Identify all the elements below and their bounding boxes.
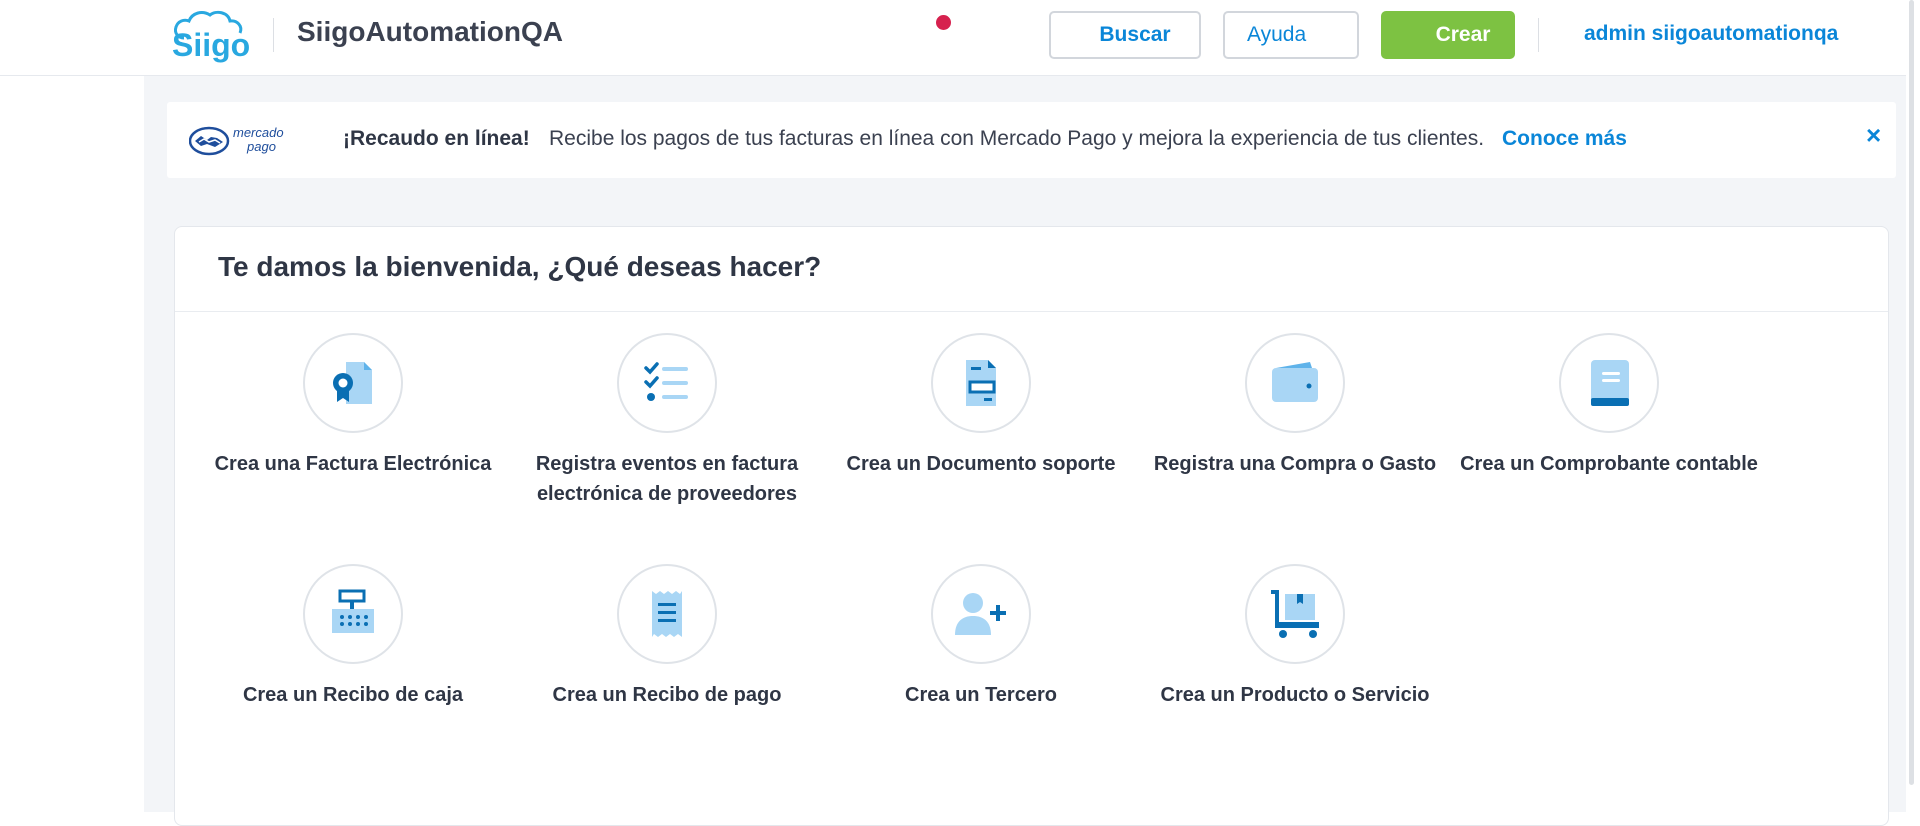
action-label: Registra eventos en factura electrónica …	[535, 453, 799, 505]
learn-more-link[interactable]: Conoce más	[1502, 127, 1627, 151]
action-create-support-document[interactable]: Crea un Documento soporte	[831, 333, 1131, 479]
cash-register-icon	[303, 564, 403, 664]
divider	[175, 311, 1888, 312]
action-label: Crea una Factura Electrónica	[214, 453, 492, 475]
scrollbar[interactable]	[1906, 0, 1920, 812]
create-label: Crear	[1435, 23, 1491, 46]
welcome-title: Te damos la bienvenida, ¿Qué deseas hace…	[218, 251, 822, 282]
action-create-cash-receipt[interactable]: Crea un Recibo de caja	[203, 564, 503, 710]
action-create-invoice[interactable]: Crea una Factura Electrónica	[203, 333, 503, 479]
ledger-book-icon	[1559, 333, 1659, 433]
close-icon[interactable]: ×	[1866, 122, 1881, 148]
action-register-events[interactable]: Registra eventos en factura electrónica …	[517, 333, 817, 509]
search-label: Buscar	[1099, 23, 1171, 46]
svg-text:mercado: mercado	[233, 125, 284, 140]
scrollbar-thumb[interactable]	[1909, 0, 1914, 785]
action-create-third-party[interactable]: Crea un Tercero	[831, 564, 1131, 710]
help-label: Ayuda	[1247, 23, 1307, 46]
user-menu[interactable]: admin siigoautomationqa	[1584, 22, 1838, 46]
action-label: Crea un Comprobante contable	[1460, 453, 1758, 475]
action-create-product[interactable]: Crea un Producto o Servicio	[1145, 564, 1445, 710]
promo-banner: mercado pago ¡Recaudo en línea! Recibe l…	[167, 102, 1896, 178]
top-bar: Siigo SiigoAutomationQA Buscar Ayuda Cre…	[0, 0, 1906, 76]
wallet-icon	[1245, 333, 1345, 433]
support-document-icon	[931, 333, 1031, 433]
receipt-icon	[617, 564, 717, 664]
banner-title: ¡Recaudo en línea!	[343, 127, 530, 150]
notification-dot[interactable]	[936, 15, 951, 30]
help-button[interactable]: Ayuda	[1223, 11, 1359, 59]
checklist-icon	[617, 333, 717, 433]
company-name: SiigoAutomationQA	[297, 16, 563, 47]
action-register-purchase[interactable]: Registra una Compra o Gasto	[1145, 333, 1445, 479]
action-label: Crea un Recibo de pago	[552, 684, 782, 706]
action-label: Crea un Producto o Servicio	[1160, 684, 1430, 706]
mercado-pago-logo: mercado pago	[189, 125, 284, 156]
svg-text:Siigo: Siigo	[172, 27, 250, 63]
action-label: Crea un Recibo de caja	[242, 684, 464, 706]
search-button[interactable]: Buscar	[1049, 11, 1201, 59]
action-create-voucher[interactable]: Crea un Comprobante contable	[1459, 333, 1759, 479]
siigo-logo[interactable]: Siigo	[170, 8, 256, 64]
cart-box-icon	[1245, 564, 1345, 664]
action-label: Crea un Documento soporte	[846, 453, 1116, 475]
add-person-icon	[931, 564, 1031, 664]
banner-text: Recibe los pagos de tus facturas en líne…	[549, 127, 1485, 150]
create-button[interactable]: Crear	[1381, 11, 1515, 59]
invoice-award-icon	[303, 333, 403, 433]
svg-text:pago: pago	[246, 139, 276, 154]
welcome-card: Te damos la bienvenida, ¿Qué deseas hace…	[174, 226, 1889, 826]
action-label: Registra una Compra o Gasto	[1153, 453, 1437, 475]
action-label: Crea un Tercero	[905, 684, 1057, 706]
action-create-payment-receipt[interactable]: Crea un Recibo de pago	[517, 564, 817, 710]
